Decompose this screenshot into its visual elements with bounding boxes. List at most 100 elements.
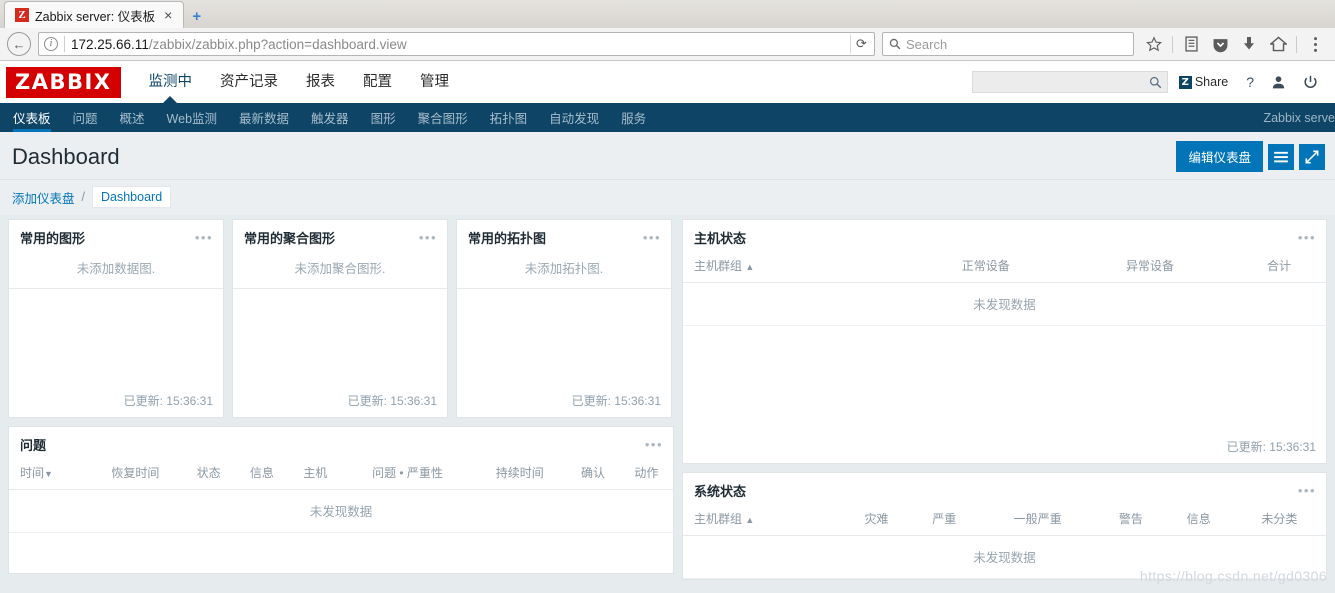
- widget-empty-message: 未添加拓扑图.: [457, 254, 671, 289]
- address-bar[interactable]: i 172.25.66.11/zabbix/zabbix.php?action=…: [38, 32, 875, 56]
- subnav-item-screens[interactable]: 聚合图形: [407, 103, 479, 132]
- widget-title: 常用的图形: [20, 231, 86, 246]
- subnav-item-triggers[interactable]: 触发器: [300, 103, 360, 132]
- column-disaster[interactable]: 灾难: [842, 507, 911, 536]
- widget-body: [9, 533, 673, 573]
- zabbix-search-input[interactable]: [971, 71, 1168, 93]
- column-host-group[interactable]: 主机群组 ▲: [683, 254, 904, 283]
- edit-dashboard-button[interactable]: 编辑仪表盘: [1176, 141, 1263, 172]
- widget-problems: 问题 ••• 时间▼ 恢复时间 状态 信息 主机 问题 • 严重性 持续时间 确…: [8, 426, 674, 574]
- widget-header: 常用的拓扑图 •••: [457, 220, 671, 254]
- subnav-item-maps[interactable]: 拓扑图: [479, 103, 539, 132]
- column-host-group[interactable]: 主机群组 ▲: [683, 507, 843, 536]
- widget-menu-icon[interactable]: •••: [1298, 484, 1316, 497]
- browser-search-placeholder: Search: [906, 36, 948, 52]
- subnav-item-overview[interactable]: 概述: [109, 103, 156, 132]
- power-icon[interactable]: [1296, 69, 1325, 95]
- star-icon[interactable]: [1141, 32, 1167, 56]
- widget-menu-icon[interactable]: •••: [645, 438, 663, 451]
- widget-body: [683, 326, 1326, 432]
- column-host[interactable]: 主机: [288, 461, 342, 490]
- widget-updated-label: 已更新: 15:36:31: [1226, 440, 1316, 454]
- pocket-icon[interactable]: [1207, 32, 1233, 56]
- toolbar-divider-2: [1296, 35, 1297, 53]
- subnav-item-problems[interactable]: 问题: [62, 103, 109, 132]
- widget-favourite-screens: 常用的聚合图形 ••• 未添加聚合图形. 已更新: 15:36:31: [232, 219, 448, 418]
- nav-item-reports[interactable]: 报表: [292, 61, 349, 103]
- nav-item-monitoring[interactable]: 监测中: [135, 61, 207, 103]
- nav-item-inventory[interactable]: 资产记录: [206, 61, 292, 103]
- subnav-item-web[interactable]: Web监测: [156, 103, 228, 132]
- widget-title: 常用的聚合图形: [244, 231, 336, 246]
- toolbar-divider: [1172, 35, 1173, 53]
- column-problem-severity[interactable]: 问题 • 严重性: [341, 461, 474, 490]
- widget-updated-label: 已更新: 15:36:31: [347, 394, 437, 408]
- site-info-icon[interactable]: i: [44, 37, 58, 51]
- browser-chrome: Z Zabbix server: 仪表板 × + ← i 172.25.66.1…: [0, 0, 1335, 61]
- subnav-item-graphs[interactable]: 图形: [360, 103, 407, 132]
- home-icon[interactable]: [1265, 32, 1291, 56]
- column-hosts-total[interactable]: 合计: [1232, 254, 1326, 283]
- nav-item-administration[interactable]: 管理: [406, 61, 463, 103]
- close-icon[interactable]: ×: [161, 8, 175, 22]
- zabbix-logo[interactable]: ZABBIX: [6, 66, 121, 98]
- column-ack[interactable]: 确认: [566, 461, 620, 490]
- widget-menu-icon[interactable]: •••: [1298, 231, 1316, 244]
- share-button[interactable]: Z Share: [1171, 75, 1237, 89]
- download-icon[interactable]: [1236, 32, 1262, 56]
- menu-icon[interactable]: [1302, 32, 1328, 56]
- new-tab-icon[interactable]: +: [192, 8, 201, 25]
- problems-no-data: 未发现数据: [9, 490, 673, 533]
- dashboard-grid: 常用的图形 ••• 未添加数据图. 已更新: 15:36:31 常用的聚合图形 …: [0, 215, 1335, 582]
- breadcrumb: 添加仪表盘 / Dashboard: [0, 180, 1335, 215]
- widget-body: [233, 289, 447, 386]
- column-duration[interactable]: 持续时间: [473, 461, 567, 490]
- column-recovery-time[interactable]: 恢复时间: [88, 461, 183, 490]
- widget-header: 常用的聚合图形 •••: [233, 220, 447, 254]
- column-time[interactable]: 时间▼: [9, 461, 89, 490]
- browser-tab[interactable]: Z Zabbix server: 仪表板 ×: [4, 1, 185, 28]
- column-information[interactable]: 信息: [1164, 507, 1233, 536]
- widget-menu-icon[interactable]: •••: [643, 231, 661, 244]
- back-icon[interactable]: ←: [7, 32, 31, 56]
- breadcrumb-add-dashboard[interactable]: 添加仪表盘: [12, 188, 75, 207]
- column-actions[interactable]: 动作: [619, 461, 673, 490]
- fullscreen-button[interactable]: [1299, 143, 1325, 170]
- widget-menu-icon[interactable]: •••: [419, 231, 437, 244]
- dashboard-top-row: 常用的图形 ••• 未添加数据图. 已更新: 15:36:31 常用的聚合图形 …: [8, 219, 674, 418]
- server-name-label: Zabbix serve: [1263, 110, 1335, 125]
- column-high[interactable]: 严重: [910, 507, 979, 536]
- column-hosts-problem[interactable]: 异常设备: [1067, 254, 1233, 283]
- widget-host-status: 主机状态 ••• 主机群组 ▲ 正常设备 异常设备 合计 未发现数据 已更新: …: [682, 219, 1327, 464]
- dashboard-menu-button[interactable]: [1268, 143, 1294, 170]
- column-status[interactable]: 状态: [182, 461, 236, 490]
- problems-table: 时间▼ 恢复时间 状态 信息 主机 问题 • 严重性 持续时间 确认 动作: [9, 461, 673, 490]
- browser-tabstrip: Z Zabbix server: 仪表板 × +: [0, 0, 1335, 28]
- share-label: Share: [1194, 75, 1229, 89]
- column-warning[interactable]: 警告: [1096, 507, 1165, 536]
- widget-menu-icon[interactable]: •••: [195, 231, 213, 244]
- column-average[interactable]: 一般严重: [978, 507, 1097, 536]
- dashboard-left-column: 常用的图形 ••• 未添加数据图. 已更新: 15:36:31 常用的聚合图形 …: [8, 219, 674, 574]
- table-header-row: 主机群组 ▲ 正常设备 异常设备 合计: [683, 254, 1326, 283]
- widget-header: 问题 •••: [9, 427, 673, 461]
- main-navigation: 监测中 资产记录 报表 配置 管理: [135, 61, 464, 103]
- subnav-item-services[interactable]: 服务: [610, 103, 657, 132]
- browser-search-box[interactable]: Search: [882, 32, 1134, 56]
- reload-icon[interactable]: ⟳: [850, 34, 872, 54]
- subnav-item-discovery[interactable]: 自动发现: [538, 103, 610, 132]
- breadcrumb-current[interactable]: Dashboard: [92, 186, 172, 208]
- help-icon[interactable]: ?: [1239, 69, 1261, 95]
- nav-item-configuration[interactable]: 配置: [349, 61, 406, 103]
- search-icon: [1149, 76, 1161, 88]
- zabbix-favicon-icon: Z: [15, 8, 29, 22]
- library-icon[interactable]: [1178, 32, 1204, 56]
- widget-title: 常用的拓扑图: [468, 231, 547, 246]
- widget-system-status: 系统状态 ••• 主机群组 ▲ 灾难 严重 一般严重 警告 信息 未分类 未发现…: [682, 472, 1327, 580]
- column-not-classified[interactable]: 未分类: [1232, 507, 1326, 536]
- column-info[interactable]: 信息: [235, 461, 289, 490]
- user-icon[interactable]: [1264, 69, 1293, 95]
- column-hosts-ok[interactable]: 正常设备: [903, 254, 1068, 283]
- subnav-item-latest-data[interactable]: 最新数据: [228, 103, 300, 132]
- subnav-item-dashboard[interactable]: 仪表板: [2, 103, 62, 132]
